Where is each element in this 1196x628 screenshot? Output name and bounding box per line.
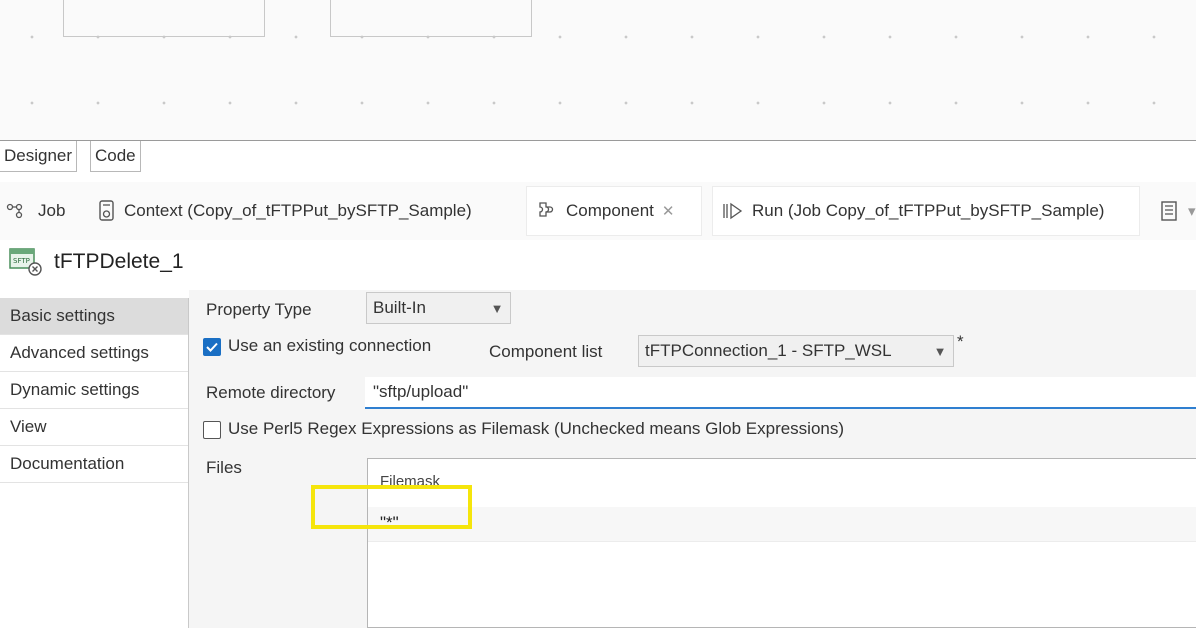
chevron-down-icon: ▼ — [490, 300, 504, 316]
remote-directory-label: Remote directory — [206, 383, 336, 402]
settings-nav: Basic settings Advanced settings Dynamic… — [0, 298, 189, 628]
use-existing-connection-checkbox[interactable] — [203, 338, 221, 356]
context-icon — [99, 200, 114, 221]
checkmark-icon — [206, 342, 218, 352]
editor-tab-bar: Designer Code — [0, 140, 1196, 173]
required-marker: * — [957, 332, 964, 351]
nav-advanced-settings[interactable]: Advanced settings — [0, 335, 188, 372]
tab-context-label: Context (Copy_of_tFTPPut_bySFTP_Sample) — [124, 201, 472, 220]
remote-directory-input[interactable]: "sftp/upload" — [365, 377, 1196, 409]
tab-component[interactable]: Component ✕ — [526, 186, 702, 236]
document-icon — [1161, 201, 1177, 221]
designer-canvas[interactable] — [0, 0, 1196, 140]
canvas-node-box[interactable] — [330, 0, 532, 37]
run-icon — [723, 202, 743, 220]
files-label: Files — [206, 458, 242, 477]
tab-job[interactable]: Job — [6, 186, 65, 236]
nav-view[interactable]: View — [0, 409, 188, 446]
component-list-value: tFTPConnection_1 - SFTP_WSL — [645, 341, 892, 360]
component-list-select[interactable]: tFTPConnection_1 - SFTP_WSL ▼ — [638, 335, 954, 367]
files-table-header: Filemask — [380, 473, 441, 485]
tab-run-label: Run (Job Copy_of_tFTPPut_bySFTP_Sample) — [752, 201, 1105, 220]
property-type-select[interactable]: Built-In ▼ — [366, 292, 511, 324]
component-icon — [539, 202, 554, 217]
component-title: tFTPDelete_1 — [54, 250, 184, 273]
chevron-down-icon: ▾ — [1188, 203, 1196, 220]
component-list-label: Component list — [489, 342, 603, 361]
nav-dynamic-settings[interactable]: Dynamic settings — [0, 372, 188, 409]
tab-component-label: Component — [566, 201, 654, 220]
tab-context[interactable]: Context (Copy_of_tFTPPut_bySFTP_Sample) — [96, 186, 472, 236]
property-type-label: Property Type — [206, 300, 312, 319]
nav-documentation[interactable]: Documentation — [0, 446, 188, 483]
files-table[interactable]: Filemask "*" — [367, 458, 1196, 628]
highlight-box — [311, 485, 472, 529]
sftp-component-icon: SFTP — [9, 248, 42, 276]
tab-job-label: Job — [38, 201, 66, 220]
perl-regex-checkbox[interactable] — [203, 421, 221, 439]
canvas-node-box[interactable] — [63, 0, 265, 37]
chevron-down-icon: ▼ — [933, 343, 947, 359]
nav-basic-settings[interactable]: Basic settings — [0, 298, 188, 335]
svg-text:SFTP: SFTP — [13, 257, 30, 265]
tab-designer[interactable]: Designer — [0, 141, 78, 172]
tab-run[interactable]: Run (Job Copy_of_tFTPPut_bySFTP_Sample) — [712, 186, 1140, 236]
view-tab-bar: Job Context (Copy_of_tFTPPut_bySFTP_Samp… — [0, 182, 1196, 240]
close-icon[interactable]: ✕ — [662, 202, 675, 220]
basic-settings-form: Property Type Built-In ▼ Use an existing… — [189, 290, 1196, 628]
property-type-value: Built-In — [373, 298, 426, 317]
table-row[interactable]: "*" — [368, 507, 1196, 542]
component-header: SFTP tFTPDelete_1 — [8, 244, 184, 280]
job-icon — [6, 203, 23, 219]
use-existing-connection-label: Use an existing connection — [228, 336, 432, 355]
tab-code[interactable]: Code — [90, 141, 141, 172]
perl-regex-label: Use Perl5 Regex Expressions as Filemask … — [228, 419, 845, 438]
tab-overflow[interactable]: ▾ — [1158, 186, 1196, 236]
